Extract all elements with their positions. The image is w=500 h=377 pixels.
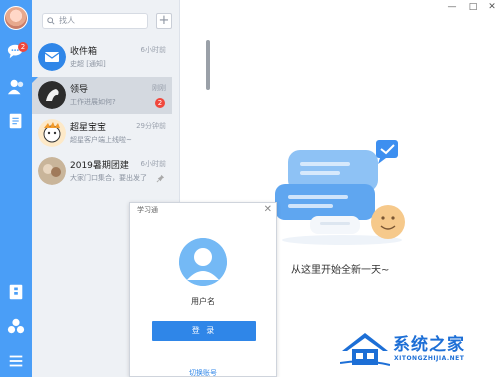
house-logo-icon [340, 333, 390, 366]
pin-icon [156, 174, 165, 183]
watermark-title: 系统之家 [393, 335, 465, 355]
close-button[interactable]: ✕ [485, 2, 499, 12]
username-label: 用户名 [191, 297, 215, 306]
maximize-button[interactable]: □ [466, 2, 480, 12]
item-time: 6小时前 [140, 46, 166, 54]
list-item-team-building[interactable]: 2019暑期团建 大家门口集合，要出发了 6小时前 [32, 153, 172, 190]
unread-badge: 2 [155, 98, 165, 108]
item-preview: 大家门口集合，要出发了 [70, 174, 147, 182]
user-avatar[interactable] [4, 6, 28, 30]
item-name: 收件箱 [70, 47, 98, 57]
inbox-avatar [38, 43, 66, 71]
item-time: 刚刚 [152, 84, 166, 92]
dialog-close-button[interactable]: ✕ [264, 204, 272, 216]
chaoxing-baby-avatar [38, 119, 66, 147]
minimize-button[interactable]: — [445, 2, 459, 12]
apps-icon[interactable] [7, 317, 25, 335]
item-time: 6小时前 [140, 160, 166, 168]
group-avatar [38, 157, 66, 185]
default-avatar-icon [179, 238, 227, 286]
leader-avatar [38, 81, 66, 109]
menu-icon[interactable] [7, 352, 25, 370]
watermark-url: XITONGZHIJIA.NET [394, 355, 465, 362]
item-name: 领导 [70, 85, 89, 95]
side-nav: 2 [0, 0, 32, 377]
item-preview: 工作进展如何? [70, 98, 116, 106]
chat-badge: 2 [18, 42, 28, 52]
folder-icon[interactable] [7, 283, 25, 301]
add-button[interactable]: + [156, 13, 172, 29]
switch-account-link[interactable]: 切换账号 [130, 370, 276, 377]
contacts-icon[interactable] [7, 78, 25, 96]
watermark: 系统之家 XITONGZHIJIA.NET [338, 325, 500, 377]
login-button[interactable]: 登 录 [152, 321, 256, 341]
item-preview: 超星客户端上线啦~ [70, 136, 132, 144]
empty-state-text: 从这里开始全新一天~ [291, 265, 390, 276]
search-input[interactable]: 找人 [42, 13, 148, 29]
notes-icon[interactable] [7, 112, 25, 130]
pinned-marker [32, 77, 38, 83]
search-placeholder: 找人 [59, 16, 75, 25]
item-name: 2019暑期团建 [70, 161, 129, 171]
list-scrollbar[interactable] [206, 40, 210, 90]
login-dialog: 学习通 ✕ 用户名 登 录 切换账号 [129, 202, 277, 377]
list-item-chaoxing-baby[interactable]: 超星宝宝 超星客户端上线啦~ 29分钟前 [32, 115, 172, 152]
item-preview: 史超 [通知] [70, 60, 106, 68]
item-name: 超星宝宝 [70, 123, 107, 133]
list-item-leader[interactable]: 领导 工作进展如何? 刚刚 2 [32, 77, 172, 114]
search-icon [47, 17, 55, 25]
chat-bubbles-illustration [275, 140, 405, 245]
item-time: 29分钟前 [136, 122, 166, 130]
dialog-title: 学习通 [137, 206, 158, 214]
list-item-inbox[interactable]: 收件箱 史超 [通知] 6小时前 [32, 39, 172, 76]
